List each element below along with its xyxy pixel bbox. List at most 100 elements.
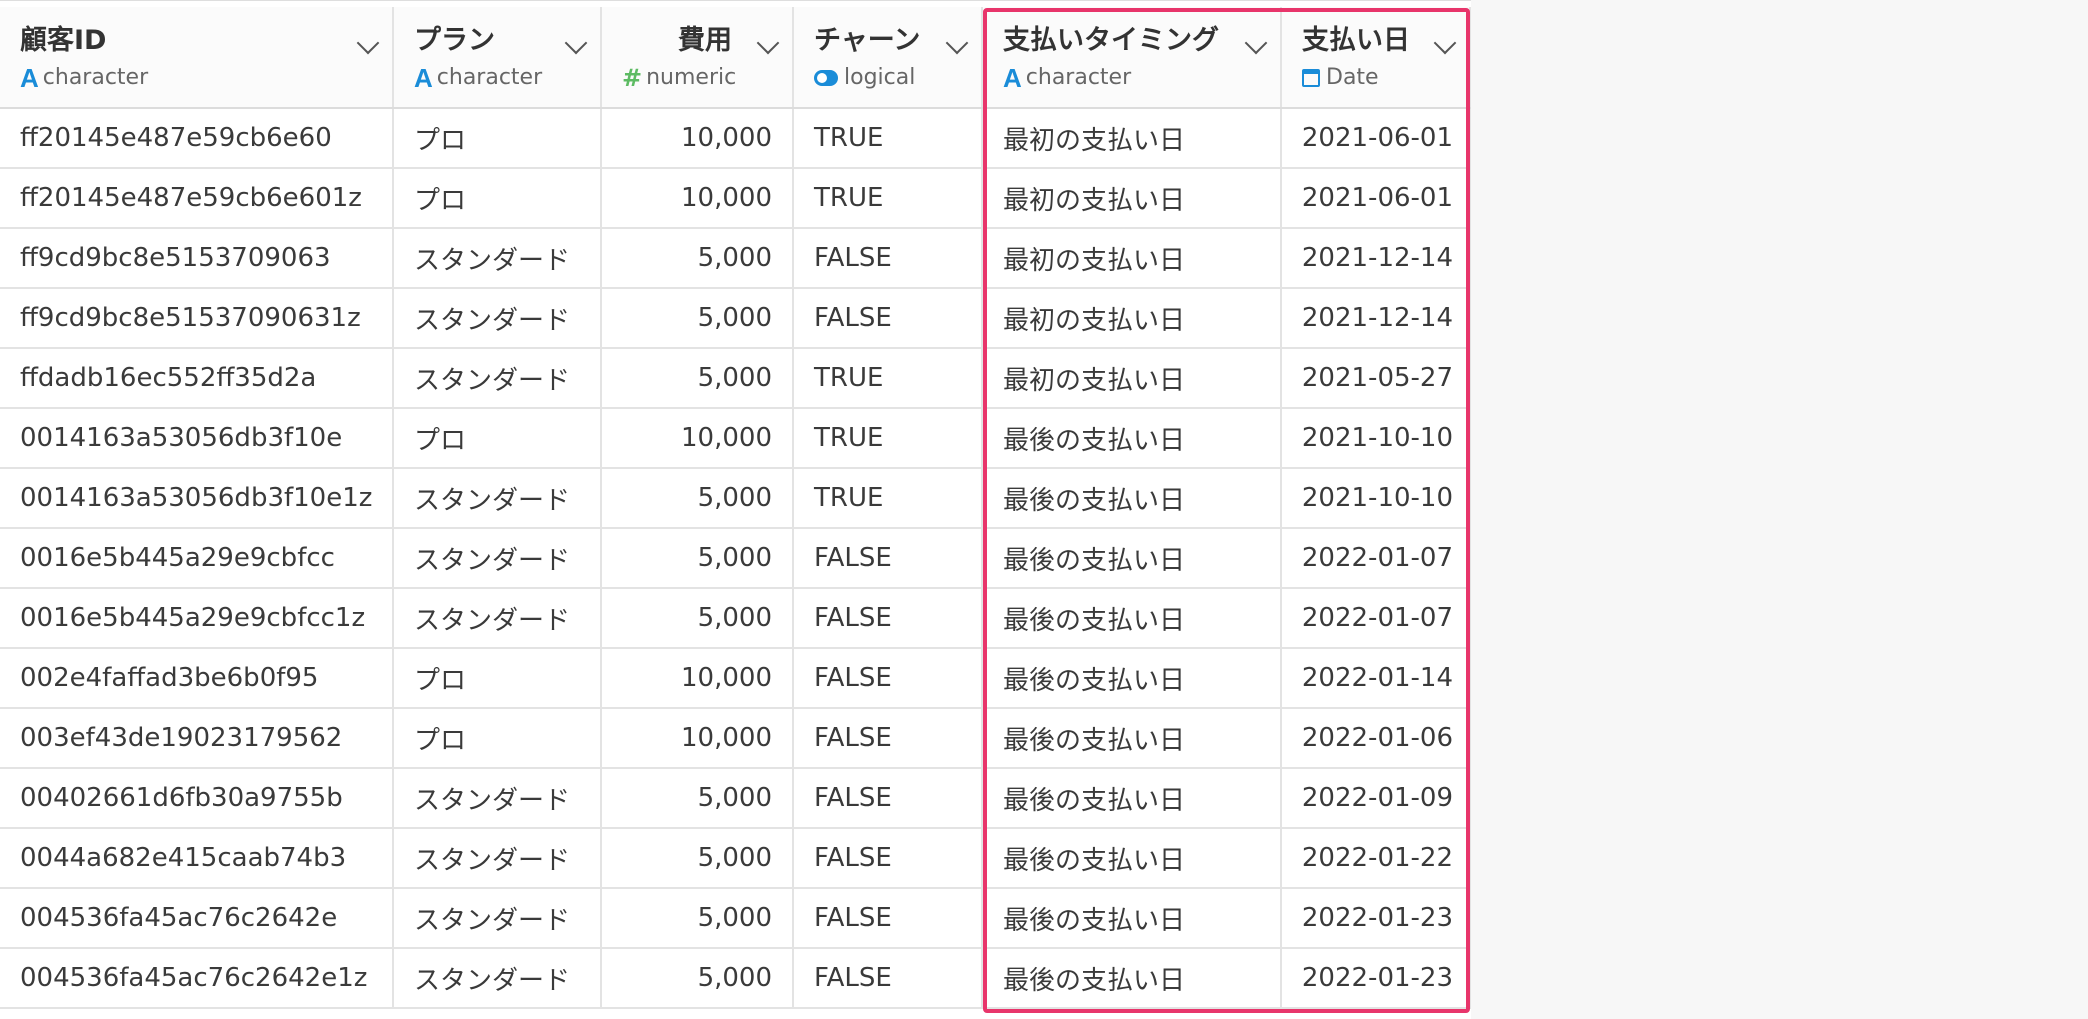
column-header-plan[interactable]: プラン Acharacter — [394, 7, 602, 107]
cell-cost[interactable]: 5,000 — [602, 769, 794, 827]
cell-payment-date[interactable]: 2022-01-06 — [1282, 709, 1471, 767]
cell-payment-timing[interactable]: 最初の支払い日 — [983, 229, 1282, 287]
cell-cost[interactable]: 5,000 — [602, 469, 794, 527]
cell-payment-timing[interactable]: 最後の支払い日 — [983, 889, 1282, 947]
cell-plan[interactable]: スタンダード — [394, 229, 602, 287]
cell-payment-date[interactable]: 2022-01-07 — [1282, 529, 1471, 587]
cell-churn[interactable]: FALSE — [794, 229, 983, 287]
cell-churn[interactable]: TRUE — [794, 349, 983, 407]
cell-cost[interactable]: 5,000 — [602, 289, 794, 347]
cell-customer-id[interactable]: ff9cd9bc8e5153709063 — [0, 229, 394, 287]
cell-payment-date[interactable]: 2022-01-23 — [1282, 949, 1471, 1007]
cell-payment-timing[interactable]: 最初の支払い日 — [983, 289, 1282, 347]
cell-payment-timing[interactable]: 最後の支払い日 — [983, 949, 1282, 1007]
cell-customer-id[interactable]: 0014163a53056db3f10e1z — [0, 469, 394, 527]
cell-payment-date[interactable]: 2021-12-14 — [1282, 289, 1471, 347]
cell-customer-id[interactable]: 0014163a53056db3f10e — [0, 409, 394, 467]
table-row[interactable]: ff20145e487e59cb6e60 プロ 10,000 TRUE 最初の支払い日 2… — [0, 109, 1471, 169]
cell-payment-date[interactable]: 2022-01-07 — [1282, 589, 1471, 647]
cell-churn[interactable]: FALSE — [794, 709, 983, 767]
cell-payment-timing[interactable]: 最後の支払い日 — [983, 829, 1282, 887]
cell-payment-date[interactable]: 2022-01-23 — [1282, 889, 1471, 947]
cell-churn[interactable]: TRUE — [794, 169, 983, 227]
cell-plan[interactable]: スタンダード — [394, 829, 602, 887]
cell-payment-timing[interactable]: 最初の支払い日 — [983, 169, 1282, 227]
cell-customer-id[interactable]: 00402661d6fb30a9755b — [0, 769, 394, 827]
cell-plan[interactable]: スタンダード — [394, 469, 602, 527]
cell-plan[interactable]: スタンダード — [394, 529, 602, 587]
table-row[interactable]: ff20145e487e59cb6e601z プロ 10,000 TRUE 最初の支払い… — [0, 169, 1471, 229]
cell-cost[interactable]: 5,000 — [602, 349, 794, 407]
cell-churn[interactable]: FALSE — [794, 829, 983, 887]
cell-plan[interactable]: スタンダード — [394, 949, 602, 1007]
cell-cost[interactable]: 5,000 — [602, 229, 794, 287]
cell-payment-date[interactable]: 2021-10-10 — [1282, 469, 1471, 527]
cell-payment-timing[interactable]: 最後の支払い日 — [983, 589, 1282, 647]
table-row[interactable]: 003ef43de19023179562 プロ 10,000 FALSE 最後の支払い日… — [0, 709, 1471, 769]
cell-payment-timing[interactable]: 最後の支払い日 — [983, 409, 1282, 467]
cell-plan[interactable]: スタンダード — [394, 289, 602, 347]
cell-payment-timing[interactable]: 最初の支払い日 — [983, 349, 1282, 407]
column-header-churn[interactable]: チャーン logical — [794, 7, 983, 107]
cell-payment-date[interactable]: 2022-01-14 — [1282, 649, 1471, 707]
cell-churn[interactable]: FALSE — [794, 649, 983, 707]
cell-plan[interactable]: プロ — [394, 169, 602, 227]
table-row[interactable]: 0016e5b445a29e9cbfcc1z スタンダード 5,000 FALSE 最後… — [0, 589, 1471, 649]
cell-payment-date[interactable]: 2021-06-01 — [1282, 169, 1471, 227]
cell-customer-id[interactable]: ff9cd9bc8e51537090631z — [0, 289, 394, 347]
cell-payment-timing[interactable]: 最初の支払い日 — [983, 109, 1282, 167]
column-header-payment-timing[interactable]: 支払いタイミング Acharacter — [983, 7, 1282, 107]
cell-plan[interactable]: プロ — [394, 709, 602, 767]
table-row[interactable]: 004536fa45ac76c2642e1z スタンダード 5,000 FALSE 最後… — [0, 949, 1471, 1009]
column-header-payment-date[interactable]: 支払い日 Date — [1282, 7, 1471, 107]
cell-customer-id[interactable]: ff20145e487e59cb6e601z — [0, 169, 394, 227]
cell-churn[interactable]: FALSE — [794, 769, 983, 827]
table-row[interactable]: 0016e5b445a29e9cbfcc スタンダード 5,000 FALSE 最後の支… — [0, 529, 1471, 589]
cell-cost[interactable]: 10,000 — [602, 709, 794, 767]
cell-plan[interactable]: スタンダード — [394, 769, 602, 827]
table-row[interactable]: ff9cd9bc8e51537090631z スタンダード 5,000 FALSE 最初… — [0, 289, 1471, 349]
table-row[interactable]: 004536fa45ac76c2642e スタンダード 5,000 FALSE 最後の支… — [0, 889, 1471, 949]
cell-payment-timing[interactable]: 最後の支払い日 — [983, 529, 1282, 587]
cell-cost[interactable]: 10,000 — [602, 109, 794, 167]
cell-plan[interactable]: プロ — [394, 649, 602, 707]
cell-payment-timing[interactable]: 最後の支払い日 — [983, 649, 1282, 707]
cell-cost[interactable]: 10,000 — [602, 649, 794, 707]
cell-cost[interactable]: 5,000 — [602, 529, 794, 587]
table-row[interactable]: 002e4faffad3be6b0f95 プロ 10,000 FALSE 最後の支払い日… — [0, 649, 1471, 709]
cell-churn[interactable]: FALSE — [794, 589, 983, 647]
column-header-customer-id[interactable]: 顧客ID Acharacter — [0, 7, 394, 107]
cell-churn[interactable]: TRUE — [794, 469, 983, 527]
cell-payment-date[interactable]: 2021-10-10 — [1282, 409, 1471, 467]
cell-cost[interactable]: 5,000 — [602, 589, 794, 647]
cell-cost[interactable]: 5,000 — [602, 889, 794, 947]
cell-payment-date[interactable]: 2021-05-27 — [1282, 349, 1471, 407]
table-row[interactable]: 0014163a53056db3f10e プロ 10,000 TRUE 最後の支払い日 2… — [0, 409, 1471, 469]
cell-payment-date[interactable]: 2021-12-14 — [1282, 229, 1471, 287]
cell-churn[interactable]: TRUE — [794, 109, 983, 167]
cell-churn[interactable]: FALSE — [794, 889, 983, 947]
cell-customer-id[interactable]: 004536fa45ac76c2642e1z — [0, 949, 394, 1007]
cell-customer-id[interactable]: 0016e5b445a29e9cbfcc1z — [0, 589, 394, 647]
cell-customer-id[interactable]: 003ef43de19023179562 — [0, 709, 394, 767]
cell-plan[interactable]: プロ — [394, 109, 602, 167]
cell-plan[interactable]: スタンダード — [394, 589, 602, 647]
cell-plan[interactable]: プロ — [394, 409, 602, 467]
cell-churn[interactable]: TRUE — [794, 409, 983, 467]
cell-customer-id[interactable]: 002e4faffad3be6b0f95 — [0, 649, 394, 707]
cell-cost[interactable]: 5,000 — [602, 949, 794, 1007]
cell-customer-id[interactable]: ffdadb16ec552ff35d2a — [0, 349, 394, 407]
cell-churn[interactable]: FALSE — [794, 529, 983, 587]
cell-churn[interactable]: FALSE — [794, 289, 983, 347]
cell-payment-timing[interactable]: 最後の支払い日 — [983, 469, 1282, 527]
cell-customer-id[interactable]: 0044a682e415caab74b3 — [0, 829, 394, 887]
table-row[interactable]: 00402661d6fb30a9755b スタンダード 5,000 FALSE 最後の支… — [0, 769, 1471, 829]
table-row[interactable]: 0044a682e415caab74b3 スタンダード 5,000 FALSE 最後の支… — [0, 829, 1471, 889]
table-row[interactable]: ffdadb16ec552ff35d2a スタンダード 5,000 TRUE 最初の支払… — [0, 349, 1471, 409]
cell-payment-date[interactable]: 2021-06-01 — [1282, 109, 1471, 167]
table-row[interactable]: 0014163a53056db3f10e1z スタンダード 5,000 TRUE 最後の… — [0, 469, 1471, 529]
cell-customer-id[interactable]: 004536fa45ac76c2642e — [0, 889, 394, 947]
cell-payment-timing[interactable]: 最後の支払い日 — [983, 709, 1282, 767]
cell-churn[interactable]: FALSE — [794, 949, 983, 1007]
cell-payment-timing[interactable]: 最後の支払い日 — [983, 769, 1282, 827]
